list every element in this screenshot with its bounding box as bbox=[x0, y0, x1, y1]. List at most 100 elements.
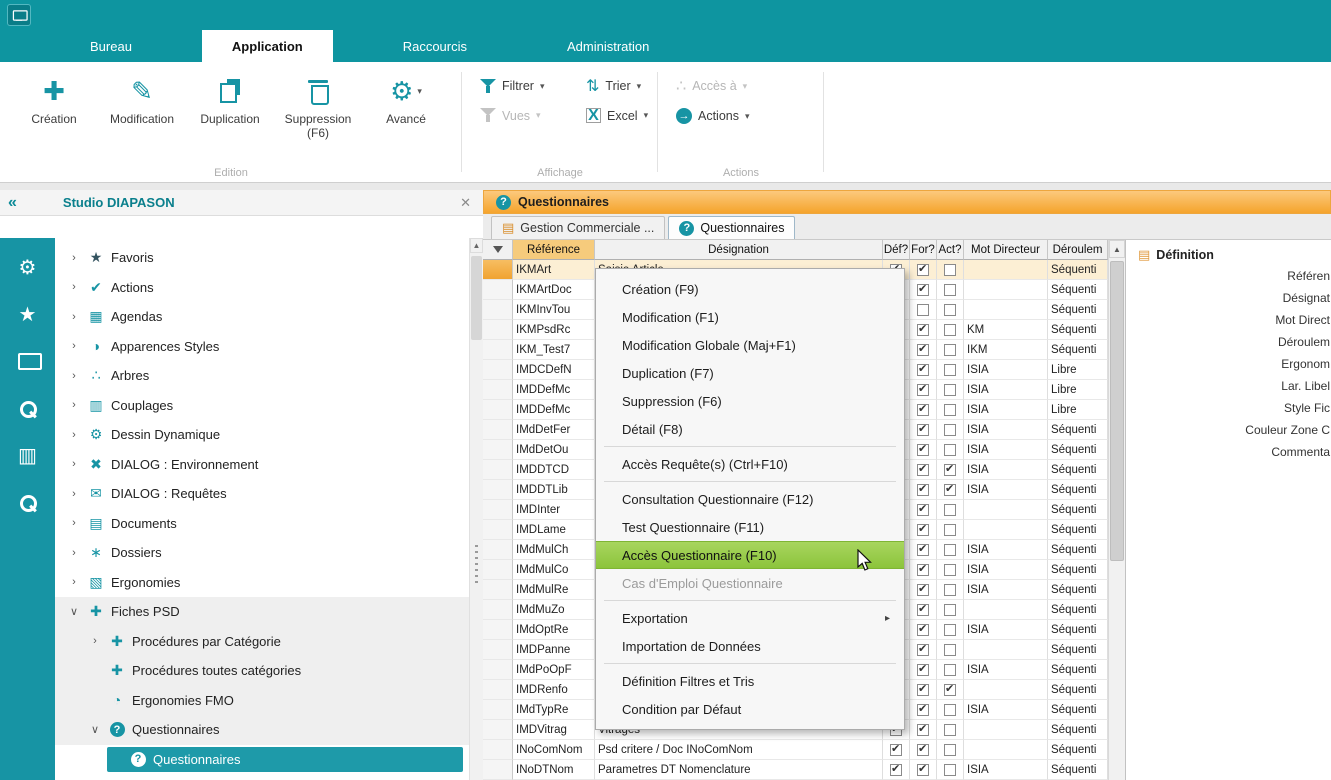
checkbox[interactable] bbox=[944, 744, 956, 756]
cell-act-checkbox[interactable] bbox=[937, 280, 964, 300]
tree-item-dossiers[interactable]: ›∗Dossiers bbox=[55, 538, 469, 568]
cell-act-checkbox[interactable] bbox=[937, 760, 964, 780]
rail-search-icon[interactable] bbox=[19, 397, 37, 420]
cell-deroulement[interactable]: Libre bbox=[1048, 400, 1108, 420]
table-row-inodtnom[interactable]: INoDTNomParametres DT NomenclatureISIASé… bbox=[483, 760, 1108, 780]
collapse-sidebar-icon[interactable]: « bbox=[8, 194, 17, 212]
cell-act-checkbox[interactable] bbox=[937, 660, 964, 680]
chevron-right-icon[interactable]: › bbox=[67, 488, 81, 500]
cell-act-checkbox[interactable] bbox=[937, 480, 964, 500]
cell-reference[interactable]: IMdOptRe bbox=[513, 620, 595, 640]
cell-act-checkbox[interactable] bbox=[937, 500, 964, 520]
cell-mot-directeur[interactable]: IKM bbox=[964, 340, 1048, 360]
cell-for-checkbox[interactable] bbox=[910, 640, 937, 660]
cell-mot-directeur[interactable]: ISIA bbox=[964, 580, 1048, 600]
cell-act-checkbox[interactable] bbox=[937, 560, 964, 580]
checkbox[interactable] bbox=[944, 604, 956, 616]
tree-item-dialog-environnement[interactable]: ›✖DIALOG : Environnement bbox=[55, 450, 469, 480]
cell-mot-directeur[interactable] bbox=[964, 520, 1048, 540]
cell-reference[interactable]: IMDDefMc bbox=[513, 380, 595, 400]
cell-act-checkbox[interactable] bbox=[937, 320, 964, 340]
cell-mot-directeur[interactable]: ISIA bbox=[964, 460, 1048, 480]
cell-reference[interactable]: IKMArt bbox=[513, 260, 595, 280]
cell-deroulement[interactable]: Séquenti bbox=[1048, 340, 1108, 360]
cell-reference[interactable]: IMdDetOu bbox=[513, 440, 595, 460]
cell-act-checkbox[interactable] bbox=[937, 380, 964, 400]
tree-item-actions[interactable]: ›✔Actions bbox=[55, 273, 469, 303]
cell-deroulement[interactable]: Séquenti bbox=[1048, 500, 1108, 520]
cell-designation[interactable]: Parametres DT Nomenclature bbox=[595, 760, 883, 780]
cell-reference[interactable]: IMdMulRe bbox=[513, 580, 595, 600]
chevron-down-icon[interactable]: ∨ bbox=[67, 605, 81, 618]
cell-for-checkbox[interactable] bbox=[910, 580, 937, 600]
cell-mot-directeur[interactable] bbox=[964, 280, 1048, 300]
checkbox[interactable] bbox=[944, 584, 956, 596]
tree-item-dialog-requetes[interactable]: ›✉DIALOG : Requêtes bbox=[55, 479, 469, 509]
tree-item-ergonomies-fmo[interactable]: ◔Ergonomies FMO bbox=[55, 686, 469, 716]
checkbox[interactable] bbox=[917, 644, 929, 656]
column-header-def[interactable]: Déf? bbox=[883, 240, 910, 260]
cell-deroulement[interactable]: Séquenti bbox=[1048, 740, 1108, 760]
cell-act-checkbox[interactable] bbox=[937, 700, 964, 720]
tree-item-couplages[interactable]: ›▥Couplages bbox=[55, 391, 469, 421]
cell-act-checkbox[interactable] bbox=[937, 580, 964, 600]
filtrer-button[interactable]: Filtrer▾ bbox=[480, 79, 564, 94]
checkbox[interactable] bbox=[917, 444, 929, 456]
column-header-designation[interactable]: Désignation bbox=[595, 240, 883, 260]
cell-for-checkbox[interactable] bbox=[910, 540, 937, 560]
cell-reference[interactable]: IMdPoOpF bbox=[513, 660, 595, 680]
checkbox[interactable] bbox=[944, 464, 956, 476]
cell-deroulement[interactable]: Séquenti bbox=[1048, 460, 1108, 480]
column-header-act[interactable]: Act? bbox=[937, 240, 964, 260]
cell-deroulement[interactable]: Séquenti bbox=[1048, 420, 1108, 440]
column-header-reference[interactable]: Référence bbox=[513, 240, 595, 260]
checkbox[interactable] bbox=[917, 704, 929, 716]
cell-for-checkbox[interactable] bbox=[910, 500, 937, 520]
cell-mot-directeur[interactable] bbox=[964, 600, 1048, 620]
ribbon-tab-application[interactable]: Application bbox=[202, 30, 333, 62]
cell-for-checkbox[interactable] bbox=[910, 680, 937, 700]
chevron-right-icon[interactable]: › bbox=[88, 635, 102, 647]
cell-mot-directeur[interactable] bbox=[964, 740, 1048, 760]
tree-item-questionnaires[interactable]: ∨?Questionnaires bbox=[55, 715, 469, 745]
cell-for-checkbox[interactable] bbox=[910, 660, 937, 680]
cell-for-checkbox[interactable] bbox=[910, 280, 937, 300]
cell-mot-directeur[interactable]: ISIA bbox=[964, 660, 1048, 680]
checkbox[interactable] bbox=[917, 504, 929, 516]
tree-item-dessin-dynamique[interactable]: ›⚙Dessin Dynamique bbox=[55, 420, 469, 450]
chevron-right-icon[interactable]: › bbox=[67, 547, 81, 559]
cell-reference[interactable]: IMDRenfo bbox=[513, 680, 595, 700]
tree-item-apparences-styles[interactable]: ›◑Apparences Styles bbox=[55, 332, 469, 362]
column-header-for[interactable]: For? bbox=[910, 240, 937, 260]
scroll-up-icon[interactable]: ▲ bbox=[470, 238, 483, 253]
checkbox[interactable] bbox=[917, 344, 929, 356]
column-header-deroulem[interactable]: Déroulem bbox=[1048, 240, 1108, 260]
menu-item-exportation[interactable]: Exportation▸ bbox=[596, 604, 904, 632]
cell-act-checkbox[interactable] bbox=[937, 440, 964, 460]
checkbox[interactable] bbox=[917, 564, 929, 576]
cell-act-checkbox[interactable] bbox=[937, 300, 964, 320]
checkbox[interactable] bbox=[917, 284, 929, 296]
cell-reference[interactable]: INoComNom bbox=[513, 740, 595, 760]
ribbon-tab-administration[interactable]: Administration bbox=[537, 30, 679, 62]
cell-for-checkbox[interactable] bbox=[910, 440, 937, 460]
cell-act-checkbox[interactable] bbox=[937, 720, 964, 740]
cell-for-checkbox[interactable] bbox=[910, 340, 937, 360]
cell-mot-directeur[interactable] bbox=[964, 260, 1048, 280]
cell-mot-directeur[interactable]: ISIA bbox=[964, 620, 1048, 640]
tree-item-procedures-toutes-categories[interactable]: ✚Procédures toutes catégories bbox=[55, 656, 469, 686]
table-scrollbar-thumb[interactable] bbox=[1110, 261, 1124, 561]
cell-reference[interactable]: IMDLame bbox=[513, 520, 595, 540]
cell-deroulement[interactable]: Séquenti bbox=[1048, 300, 1108, 320]
cell-act-checkbox[interactable] bbox=[937, 360, 964, 380]
cell-mot-directeur[interactable]: ISIA bbox=[964, 360, 1048, 380]
cell-for-checkbox[interactable] bbox=[910, 300, 937, 320]
checkbox[interactable] bbox=[917, 304, 929, 316]
cell-reference[interactable]: IMDPanne bbox=[513, 640, 595, 660]
rail-monitor-icon[interactable] bbox=[18, 350, 38, 373]
cell-act-checkbox[interactable] bbox=[937, 400, 964, 420]
cell-mot-directeur[interactable]: ISIA bbox=[964, 480, 1048, 500]
checkbox[interactable] bbox=[917, 324, 929, 336]
actions-button[interactable]: →Actions▾ bbox=[676, 108, 760, 124]
cell-reference[interactable]: IMdDetFer bbox=[513, 420, 595, 440]
